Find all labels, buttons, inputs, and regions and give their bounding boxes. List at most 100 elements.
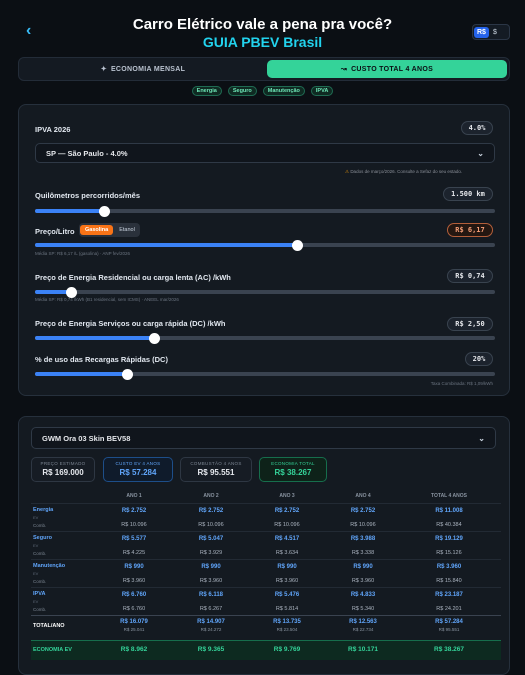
ev-tag: EV	[33, 543, 39, 548]
kpi-value: R$ 57.284	[119, 468, 157, 477]
row-category: IPVA	[33, 591, 46, 597]
state-select[interactable]: SP — São Paulo - 4.0% ⌄	[35, 143, 495, 163]
comb-cell: R$ 3.960	[275, 578, 299, 584]
ev-cell: R$ 5.577	[121, 536, 147, 542]
currency-brl-option[interactable]: R$	[474, 26, 489, 38]
comb-tag: Comb.	[33, 551, 47, 556]
dc-price-slider-handle[interactable]	[149, 332, 161, 344]
trend-icon: ↝	[340, 66, 348, 73]
kpi-economia-total: ECONOMIA TOTAL R$ 38.267	[259, 457, 327, 482]
total-label: TOTAL/ANO	[33, 623, 65, 629]
currency-usd-option[interactable]: $	[491, 27, 499, 38]
economy-cell: R$ 10.171	[348, 646, 378, 653]
comb-tag: Comb.	[33, 579, 47, 584]
fast-charge-slider-fill	[35, 372, 127, 376]
comb-tag: Comb.	[33, 523, 47, 528]
row-category: Energia	[33, 507, 54, 513]
total-comb-cell: R$ 22.734	[352, 627, 374, 632]
kpi-label: CUSTO EV 4 ANOS	[115, 461, 161, 466]
economy-cell: R$ 8.962	[120, 646, 148, 653]
fuel-option-gasolina[interactable]: Gasolina	[80, 225, 114, 235]
tab-custo-total[interactable]: ↝ CUSTO TOTAL 4 ANOS	[267, 60, 507, 78]
kpi-label: ECONOMIA TOTAL	[271, 461, 315, 466]
parameters-card: IPVA 2026 4.0% SP — São Paulo - 4.0% ⌄ ⚠…	[18, 104, 510, 396]
km-slider-handle[interactable]	[98, 205, 110, 217]
economy-cell: R$ 38.267	[434, 646, 464, 653]
comb-cell: R$ 15.840	[436, 578, 462, 584]
comb-cell: R$ 24.201	[436, 606, 462, 612]
kpi-combustao: COMBUSTÃO 4 ANOS R$ 95.551	[180, 457, 252, 482]
economy-cell: R$ 9.769	[273, 646, 301, 653]
ac-price-note: Média SP: R$ 0,74 /kWh (B1 residencial, …	[35, 297, 179, 302]
col-ano-1: ANO 1	[126, 493, 142, 499]
economy-label: ECONOMIA EV	[33, 647, 72, 653]
chevron-down-icon: ⌄	[477, 149, 484, 158]
comb-cell: R$ 3.634	[275, 550, 299, 556]
ac-price-badge: R$ 0,74	[447, 269, 493, 283]
kpi-label: PREÇO ESTIMADO	[40, 461, 86, 466]
table-header: ANO 1 ANO 2 ANO 3 ANO 4 TOTAL 4 ANOS	[31, 491, 501, 503]
fuel-price-slider[interactable]	[35, 239, 495, 251]
comb-cell: R$ 10.096	[121, 522, 147, 528]
fuel-price-note: Média SP: R$ 6,17 /L (gasolina) · ANP fe…	[35, 251, 131, 256]
ipva-label: IPVA 2026	[35, 125, 71, 134]
table-row: IPVA EV Comb. R$ 6.760 R$ 6.118 R$ 5.476…	[31, 587, 501, 615]
dc-price-badge: R$ 2,50	[447, 317, 493, 331]
ac-price-slider[interactable]	[35, 286, 495, 298]
km-slider[interactable]	[35, 205, 495, 217]
ev-cell: R$ 4.833	[350, 592, 376, 598]
comb-cell: R$ 4.225	[122, 550, 146, 556]
ac-price-slider-handle[interactable]	[66, 286, 78, 298]
ev-cell: R$ 4.517	[274, 536, 300, 542]
dc-price-slider[interactable]	[35, 332, 495, 344]
total-ev-cell: R$ 13.735	[273, 619, 301, 625]
tab-label: CUSTO TOTAL 4 ANOS	[351, 65, 434, 73]
comb-cell: R$ 5.340	[351, 606, 375, 612]
chip-energia: Energia	[191, 86, 222, 96]
ev-cell: R$ 5.476	[274, 592, 300, 598]
comb-cell: R$ 15.126	[436, 550, 462, 556]
cost-table-card: GWM Ora 03 Skin BEV58 ⌄ PREÇO ESTIMADO R…	[18, 416, 510, 675]
row-category: Seguro	[33, 535, 52, 541]
currency-toggle[interactable]: R$ $	[472, 24, 510, 40]
chip-seguro: Seguro	[227, 86, 257, 96]
vehicle-select[interactable]: GWM Ora 03 Skin BEV58 ⌄	[31, 427, 496, 449]
state-select-value: SP — São Paulo - 4.0%	[46, 148, 128, 158]
fast-charge-slider-handle[interactable]	[121, 368, 133, 380]
dc-price-slider-fill	[35, 336, 155, 340]
total-comb-cell: R$ 95.551	[438, 627, 460, 632]
total-ev-cell: R$ 12.563	[349, 619, 377, 625]
row-category: Manutenção	[33, 563, 66, 569]
comb-cell: R$ 3.929	[199, 550, 223, 556]
ev-tag: EV	[33, 599, 39, 604]
ev-cell: R$ 23.187	[435, 592, 463, 598]
sparkle-icon: ✦	[100, 66, 107, 73]
economy-cell: R$ 9.365	[197, 646, 225, 653]
header: ‹ Carro Elétrico vale a pena pra você? G…	[0, 0, 525, 56]
total-ev-cell: R$ 14.907	[197, 619, 225, 625]
fuel-price-label: Preço/Litro	[35, 227, 75, 236]
col-ano-2: ANO 2	[203, 493, 219, 499]
comb-cell: R$ 3.960	[122, 578, 146, 584]
ev-tag: EV	[33, 571, 39, 576]
comb-cell: R$ 40.384	[436, 522, 462, 528]
view-tabs: ✦ ECONOMIA MENSAL ↝ CUSTO TOTAL 4 ANOS	[18, 57, 510, 81]
combined-rate-note: Taxa Combinada: R$ 1,09/kWh	[430, 381, 493, 386]
fuel-option-etanol[interactable]: Etanol	[115, 225, 139, 235]
table-row: Seguro EV Comb. R$ 5.577 R$ 5.047 R$ 4.5…	[31, 531, 501, 559]
tab-economia-mensal[interactable]: ✦ ECONOMIA MENSAL	[21, 60, 265, 78]
fuel-price-slider-handle[interactable]	[291, 239, 303, 251]
comb-cell: R$ 6.760	[122, 606, 146, 612]
total-ev-cell: R$ 16.079	[120, 619, 148, 625]
fast-charge-slider[interactable]	[35, 368, 495, 380]
fuel-type-toggle[interactable]: Gasolina Etanol	[79, 223, 140, 237]
total-comb-cell: R$ 24.272	[200, 627, 222, 632]
kpi-label: COMBUSTÃO 4 ANOS	[190, 461, 242, 466]
ev-cell: R$ 990	[277, 564, 297, 570]
comb-cell: R$ 3.960	[351, 578, 375, 584]
ev-cell: R$ 11.008	[435, 508, 463, 514]
comb-tag: Comb.	[33, 607, 47, 612]
chip-manutencao: Manutenção	[262, 86, 305, 96]
ev-cell: R$ 3.988	[350, 536, 376, 542]
fuel-price-badge: R$ 6,17	[447, 223, 493, 237]
